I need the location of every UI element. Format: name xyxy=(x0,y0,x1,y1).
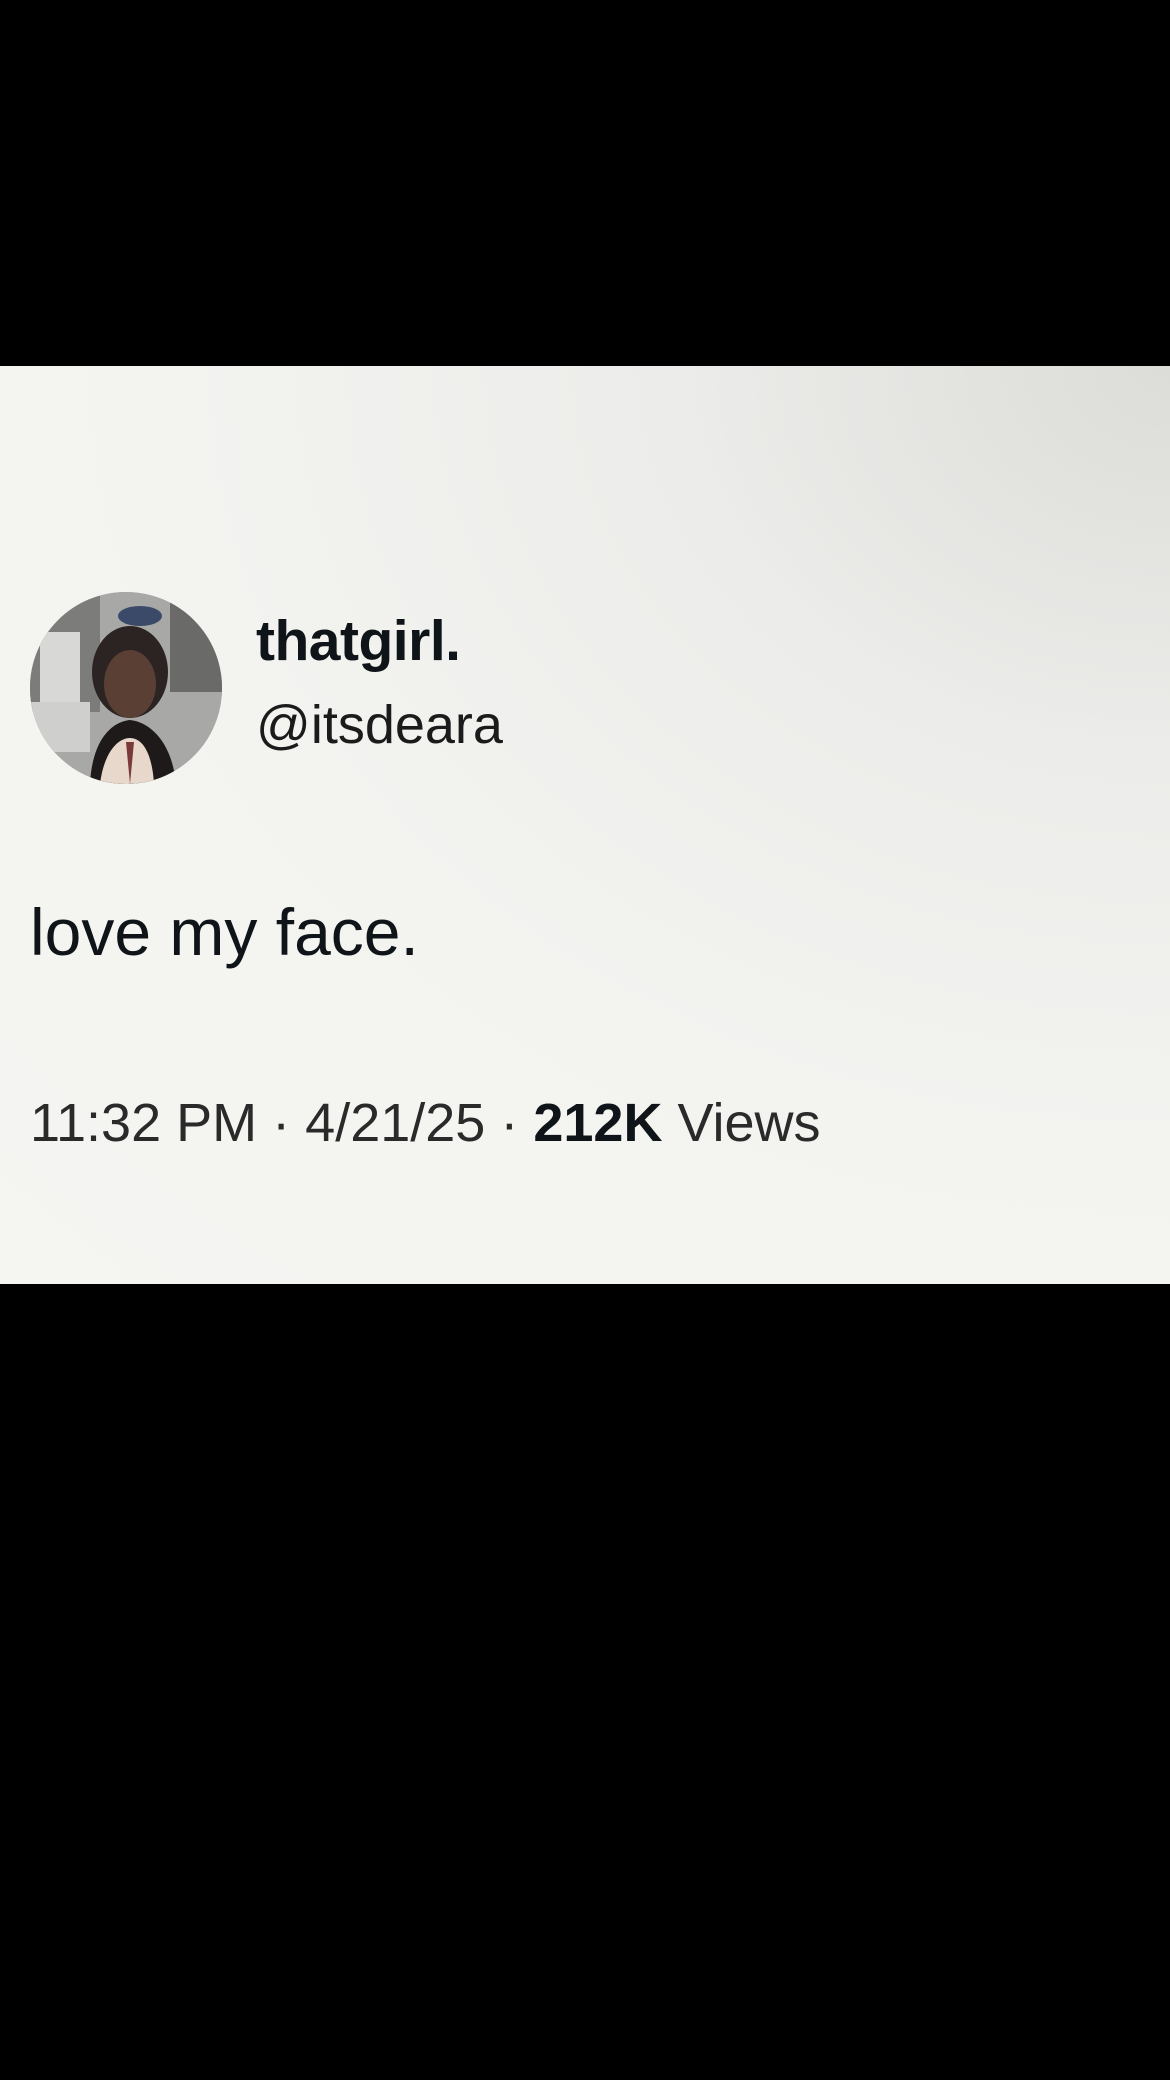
letterbox-top xyxy=(0,0,1170,366)
views-label: Views xyxy=(677,1093,821,1153)
views-count[interactable]: 212K xyxy=(533,1093,662,1153)
tweet-card: thatgirl. @itsdeara love my face. 11:32 … xyxy=(0,366,1170,1284)
tweet-meta: 11:32 PM · 4/21/25 · 212K Views xyxy=(30,1092,821,1154)
display-name[interactable]: thatgirl. xyxy=(256,608,461,674)
user-handle[interactable]: @itsdeara xyxy=(256,694,503,756)
tweet-text: love my face. xyxy=(30,895,419,969)
meta-separator: · xyxy=(500,1093,519,1153)
letterbox-bottom xyxy=(0,1284,1170,2080)
avatar[interactable] xyxy=(30,592,222,784)
tweet-date[interactable]: 4/21/25 xyxy=(305,1093,485,1153)
profile-photo-icon xyxy=(30,592,222,784)
tweet-time[interactable]: 11:32 PM xyxy=(30,1093,257,1153)
meta-separator: · xyxy=(272,1093,291,1153)
